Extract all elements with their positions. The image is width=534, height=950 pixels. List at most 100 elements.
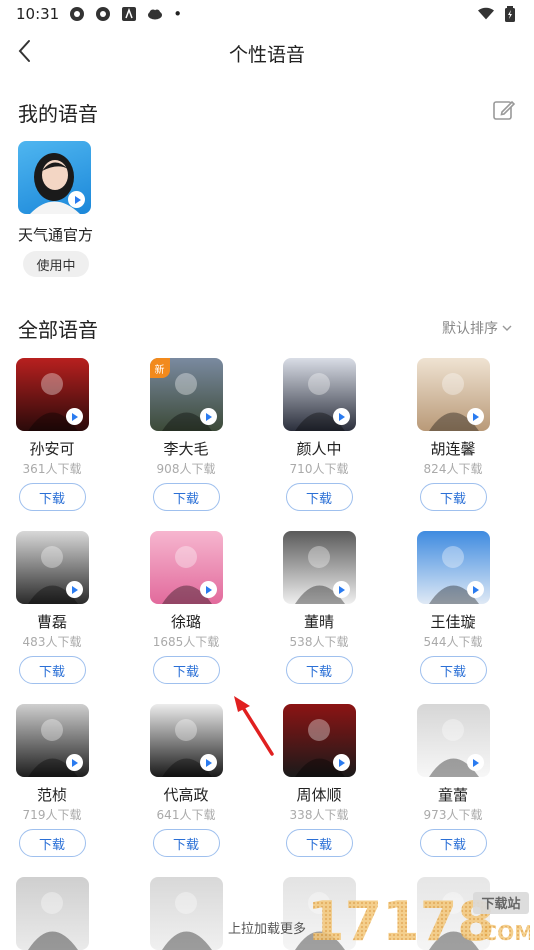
download-button[interactable]: 下载 bbox=[18, 483, 86, 511]
voice-thumbnail bbox=[282, 531, 356, 604]
voice-name: 童蕾 bbox=[437, 786, 468, 804]
play-icon[interactable] bbox=[466, 408, 484, 425]
page-title: 个性语音 bbox=[228, 44, 305, 66]
voice-card[interactable]: 童蕾 973人下载下载 bbox=[398, 704, 508, 857]
download-count: 544人下载 bbox=[423, 635, 483, 649]
download-count: 641人下载 bbox=[156, 808, 216, 822]
play-icon[interactable] bbox=[332, 581, 350, 598]
play-icon[interactable] bbox=[332, 408, 350, 425]
status-bar: 10:31 • bbox=[0, 0, 534, 28]
avatar bbox=[18, 141, 91, 214]
voice-thumbnail bbox=[15, 877, 89, 950]
my-voice-title: 我的语音 bbox=[18, 102, 98, 126]
voice-name: 孙安可 bbox=[29, 440, 75, 458]
voice-name: 周体顺 bbox=[296, 786, 342, 804]
voice-thumbnail bbox=[15, 531, 89, 604]
aperture-icon bbox=[69, 6, 85, 22]
download-button[interactable]: 下载 bbox=[152, 656, 220, 684]
voice-card[interactable] bbox=[131, 877, 241, 950]
voice-card[interactable]: 董晴 538人下载下载 bbox=[264, 531, 374, 684]
download-count: 483人下载 bbox=[22, 635, 82, 649]
download-count: 710人下载 bbox=[289, 462, 349, 476]
voice-thumbnail bbox=[149, 704, 223, 777]
download-count: 908人下载 bbox=[156, 462, 216, 476]
play-icon[interactable] bbox=[65, 754, 83, 771]
voice-card[interactable]: 曹磊 483人下载 下载 bbox=[0, 531, 107, 684]
voice-card[interactable]: 徐璐 1685人下载下载 bbox=[131, 531, 241, 684]
portrait-icon bbox=[27, 892, 78, 950]
voice-thumbnail: 新 bbox=[149, 358, 223, 431]
svg-text:.COM: .COM bbox=[475, 921, 530, 945]
download-count: 824人下载 bbox=[423, 462, 483, 476]
voice-card[interactable]: 范桢 719人下载下载 bbox=[0, 704, 107, 857]
download-count: 361人下载 bbox=[22, 462, 82, 476]
voice-name: 董晴 bbox=[303, 613, 334, 631]
play-icon[interactable] bbox=[332, 754, 350, 771]
download-button[interactable]: 下载 bbox=[285, 483, 353, 511]
nav-bar: 个性语音 bbox=[0, 28, 534, 74]
voice-card[interactable]: 孙安可 361人下载下载 bbox=[0, 358, 107, 511]
cloud-icon bbox=[147, 6, 163, 22]
voice-card[interactable]: 王佳璇 544人下载下载 bbox=[398, 531, 508, 684]
voice-thumbnail bbox=[416, 531, 490, 604]
download-count: 719人下载 bbox=[22, 808, 82, 822]
svg-text:17178: 17178 bbox=[307, 890, 495, 948]
voice-thumbnail bbox=[282, 704, 356, 777]
svg-text:下载站: 下载站 bbox=[481, 896, 520, 912]
play-icon[interactable] bbox=[199, 754, 217, 771]
wifi-icon bbox=[478, 6, 494, 22]
voice-name: 颜人中 bbox=[296, 440, 342, 458]
voice-thumbnail bbox=[15, 358, 89, 431]
sort-dropdown[interactable]: 默认排序 bbox=[442, 318, 512, 338]
play-icon[interactable] bbox=[466, 581, 484, 598]
aperture-icon-2 bbox=[95, 6, 111, 22]
voice-thumbnail bbox=[416, 358, 490, 431]
play-icon[interactable] bbox=[199, 581, 217, 598]
play-icon[interactable] bbox=[466, 754, 484, 771]
edit-button[interactable] bbox=[492, 98, 516, 122]
voice-name: 代高政 bbox=[163, 786, 209, 804]
download-count: 1685人下载 bbox=[152, 635, 220, 649]
status-time: 10:31 bbox=[16, 5, 60, 23]
voice-name: 王佳璇 bbox=[430, 613, 476, 631]
portrait-icon bbox=[161, 892, 212, 950]
voice-name: 李大毛 bbox=[163, 440, 209, 458]
download-count: 338人下载 bbox=[289, 808, 349, 822]
download-button[interactable]: 下载 bbox=[18, 829, 86, 857]
voice-card[interactable]: 胡连馨 824人下载 下载 bbox=[398, 358, 508, 511]
download-button[interactable]: 下载 bbox=[152, 483, 220, 511]
battery-icon bbox=[502, 6, 518, 22]
voice-card[interactable] bbox=[0, 877, 107, 950]
voice-card[interactable]: 新李大毛 908人下载下载 bbox=[131, 358, 241, 511]
voice-card[interactable]: 代高政 641人下载下载 bbox=[131, 704, 241, 857]
sort-label: 默认排序 bbox=[442, 321, 498, 337]
voice-thumbnail bbox=[282, 358, 356, 431]
download-count: 538人下载 bbox=[289, 635, 349, 649]
voice-card[interactable]: 颜人中 710人下载下载 bbox=[264, 358, 374, 511]
status-badge: 使用中 bbox=[23, 251, 89, 277]
my-voice-name: 天气通官方 bbox=[18, 226, 94, 244]
voice-thumbnail bbox=[149, 531, 223, 604]
download-button[interactable]: 下载 bbox=[285, 829, 353, 857]
download-button[interactable]: 下载 bbox=[285, 656, 353, 684]
play-icon[interactable] bbox=[65, 408, 83, 425]
watermark-logo: 17178 下载站 .COM bbox=[305, 890, 534, 950]
download-count: 973人下载 bbox=[423, 808, 483, 822]
play-icon[interactable] bbox=[65, 581, 83, 598]
download-button[interactable]: 下载 bbox=[152, 829, 220, 857]
my-voice-card[interactable] bbox=[18, 141, 92, 214]
play-icon[interactable] bbox=[199, 408, 217, 425]
app-a-icon bbox=[121, 6, 137, 22]
all-voices-title: 全部语音 bbox=[18, 318, 98, 342]
voice-name: 范桢 bbox=[36, 786, 67, 804]
voice-card[interactable]: 周体顺 338人下载下载 bbox=[264, 704, 374, 857]
download-button[interactable]: 下载 bbox=[419, 829, 487, 857]
annotation-arrow-icon bbox=[234, 696, 274, 756]
voice-name: 徐璐 bbox=[170, 613, 201, 631]
edit-icon bbox=[493, 100, 516, 120]
download-button[interactable]: 下载 bbox=[419, 483, 487, 511]
download-button[interactable]: 下载 bbox=[419, 656, 487, 684]
voice-thumbnail bbox=[149, 877, 223, 950]
play-icon bbox=[68, 191, 85, 208]
download-button[interactable]: 下载 bbox=[18, 656, 86, 684]
